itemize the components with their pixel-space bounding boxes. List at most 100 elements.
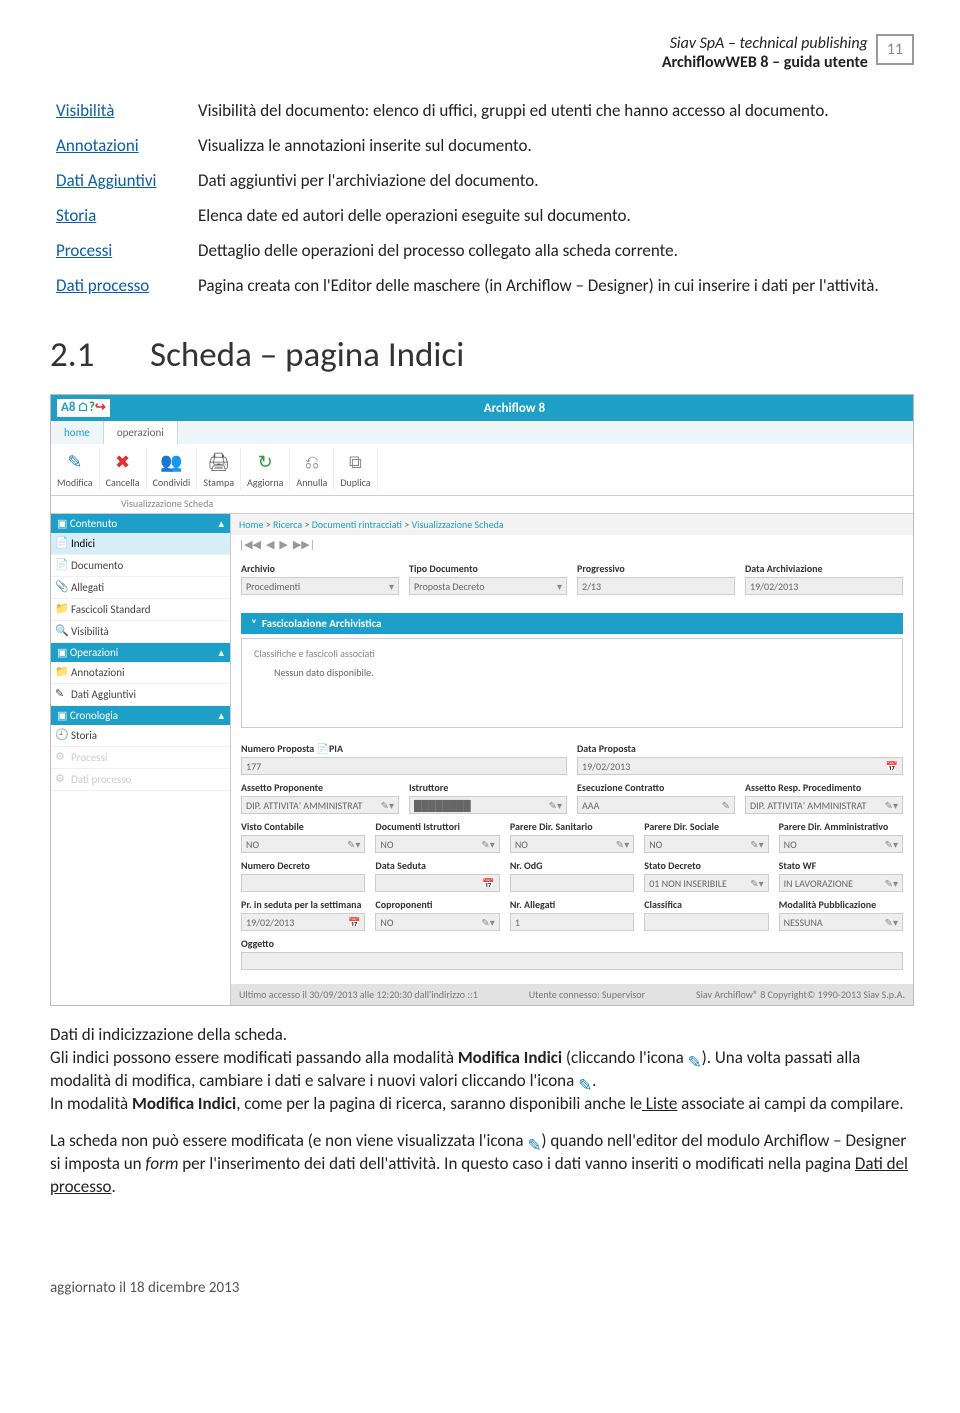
field-label: Coproponenti: [375, 898, 499, 911]
field-tipo-documento[interactable]: Proposta Decreto▾: [409, 577, 567, 595]
field-progressivo[interactable]: 2/13: [577, 577, 735, 595]
field-label: Numero Decreto: [241, 859, 365, 872]
field-data-archiviazione[interactable]: 19/02/2013: [745, 577, 903, 595]
def-term[interactable]: Annotazioni: [52, 129, 192, 162]
sidebar-item-indici[interactable]: 📄Indici: [51, 533, 230, 555]
sidebar-item-dati-aggiuntivi[interactable]: ✎Dati Aggiuntivi: [51, 684, 230, 706]
crumb-item[interactable]: Documenti rintracciati: [312, 518, 402, 531]
ribbon-annulla[interactable]: ⎌Annulla: [290, 448, 334, 491]
def-desc: Dettaglio delle operazioni del processo …: [194, 234, 912, 267]
field-input[interactable]: [644, 913, 768, 931]
field-input[interactable]: NO▾✎: [375, 913, 499, 931]
def-term[interactable]: Processi: [52, 234, 192, 267]
section-heading: 2.1Scheda – pagina Indici: [50, 334, 914, 376]
field-input[interactable]: [241, 874, 365, 892]
page-header: Siav SpA – technical publishing Archiflo…: [50, 34, 914, 72]
sidebar-item-documento[interactable]: 📄Documento: [51, 555, 230, 577]
status-copyright: Siav Archiflow® 8 Copyright© 1990-2013 S…: [696, 988, 905, 1001]
sidebar-header[interactable]: ▣ Operazioni▴: [51, 643, 230, 662]
field-input[interactable]: [510, 874, 634, 892]
field-input[interactable]: NO▾✎: [510, 835, 634, 853]
pencil-icon-2: ✎: [527, 1135, 541, 1149]
dropdown-icon: ▾: [893, 838, 898, 851]
ribbon-duplica[interactable]: ⧉Duplica: [334, 448, 377, 491]
crumb-item[interactable]: Home: [239, 518, 263, 531]
sidebar-item-processi[interactable]: ⚙Processi: [51, 747, 230, 769]
edit-icon: ✎: [885, 916, 893, 929]
field-label: Assetto Proponente: [241, 781, 399, 794]
dropdown-icon: ▾: [355, 838, 360, 851]
ribbon-cancella[interactable]: ✖Cancella: [100, 448, 147, 491]
field-input[interactable]: ████████▾✎: [409, 796, 567, 814]
liste-link[interactable]: Liste: [642, 1093, 677, 1114]
field-input[interactable]: 177: [241, 757, 567, 775]
tab-home[interactable]: home: [51, 421, 104, 444]
ribbon-stampa[interactable]: 🖨Stampa: [197, 448, 241, 491]
def-term[interactable]: Dati processo: [52, 269, 192, 302]
ribbon-modifica[interactable]: ✎Modifica: [51, 448, 100, 491]
field-input[interactable]: NO▾✎: [779, 835, 903, 853]
sidebar-item-allegati[interactable]: 📎Allegati: [51, 577, 230, 599]
sidebar-header[interactable]: ▣ Contenuto▴: [51, 514, 230, 533]
tab-operazioni[interactable]: operazioni: [104, 421, 178, 444]
field-label: Data Proposta: [577, 742, 903, 755]
footer-date: aggiornato il 18 dicembre 2013: [50, 1279, 914, 1297]
field-input[interactable]: [241, 952, 903, 970]
page-number: 11: [876, 34, 914, 65]
field-input[interactable]: NO▾✎: [644, 835, 768, 853]
cancella-icon: ✖: [109, 450, 137, 474]
def-term[interactable]: Storia: [52, 199, 192, 232]
field-label: Data Seduta: [375, 859, 499, 872]
ribbon-condividi[interactable]: 👥Condividi: [147, 448, 198, 491]
sidebar-item-annotazioni[interactable]: 📁Annotazioni: [51, 662, 230, 684]
app-logo[interactable]: A8⌂?↪: [57, 399, 110, 417]
crumb-item[interactable]: Ricerca: [273, 518, 302, 531]
field-archivio[interactable]: Procedimenti▾: [241, 577, 399, 595]
pager[interactable]: |◀◀ ◀ ▶ ▶▶|: [231, 535, 913, 554]
crumb-item[interactable]: Visualizzazione Scheda: [411, 518, 503, 531]
sidebar-item-fascicoli-standard[interactable]: 📁Fascicoli Standard: [51, 599, 230, 621]
field-label: Stato Decreto: [644, 859, 768, 872]
field-input[interactable]: NO▾✎: [375, 835, 499, 853]
calendar-icon: 📅: [348, 916, 360, 929]
field-input[interactable]: DIP. ATTIVITA' AMMINISTRAT▾✎: [241, 796, 399, 814]
sidebar-header[interactable]: ▣ Cronologia▴: [51, 706, 230, 725]
status-bar: Ultimo accesso il 30/09/2013 alle 12:20:…: [231, 984, 913, 1005]
def-term[interactable]: Visibilità: [52, 94, 192, 127]
status-last-access: Ultimo accesso il 30/09/2013 alle 12:20:…: [239, 988, 478, 1001]
edit-icon: ✎: [885, 799, 893, 812]
dropdown-icon: ▾: [490, 838, 495, 851]
def-term[interactable]: Dati Aggiuntivi: [52, 164, 192, 197]
field-input[interactable]: IN LAVORAZIONE▾✎: [779, 874, 903, 892]
collapse-icon: ▴: [218, 709, 224, 722]
field-input[interactable]: 1: [510, 913, 634, 931]
field-input[interactable]: AAA✎: [577, 796, 735, 814]
field-label: Nr. OdG: [510, 859, 634, 872]
company-name: Siav SpA – technical publishing: [670, 34, 868, 53]
sidebar-item-visibilità[interactable]: 🔍Visibilità: [51, 621, 230, 643]
collapse-icon: ▴: [218, 517, 224, 530]
edit-icon: ✎: [616, 838, 624, 851]
field-input[interactable]: 19/02/2013📅: [241, 913, 365, 931]
dropdown-icon: ▾: [759, 877, 764, 890]
title-bar: A8⌂?↪ Archiflow 8: [51, 395, 913, 421]
field-label: Data Archiviazione: [745, 562, 903, 575]
dropdown-icon: ▾: [490, 916, 495, 929]
field-input[interactable]: NESSUNA▾✎: [779, 913, 903, 931]
ribbon-aggiorna[interactable]: ↻Aggiorna: [241, 448, 290, 491]
field-label: Archivio: [241, 562, 399, 575]
sidebar-item-storia[interactable]: 🕘Storia: [51, 725, 230, 747]
field-input[interactable]: NO▾✎: [241, 835, 365, 853]
condividi-icon: 👥: [157, 450, 185, 474]
field-input[interactable]: 19/02/2013📅: [577, 757, 903, 775]
dropdown-icon: ▾: [624, 838, 629, 851]
definitions-table: VisibilitàVisibilità del documento: elen…: [50, 92, 914, 304]
fascicolazione-panel-header[interactable]: ˅ Fascicolazione Archivistica: [241, 613, 903, 634]
field-input[interactable]: DIP. ATTIVITA' AMMINISTRAT▾✎: [745, 796, 903, 814]
def-desc: Dati aggiuntivi per l'archiviazione del …: [194, 164, 912, 197]
field-input[interactable]: 📅: [375, 874, 499, 892]
status-user: Utente connesso: Supervisor: [529, 988, 645, 1001]
field-input[interactable]: 01 NON INSERIBILE▾✎: [644, 874, 768, 892]
sidebar-item-dati-processo[interactable]: ⚙Dati processo: [51, 769, 230, 791]
field-label: Classifica: [644, 898, 768, 911]
